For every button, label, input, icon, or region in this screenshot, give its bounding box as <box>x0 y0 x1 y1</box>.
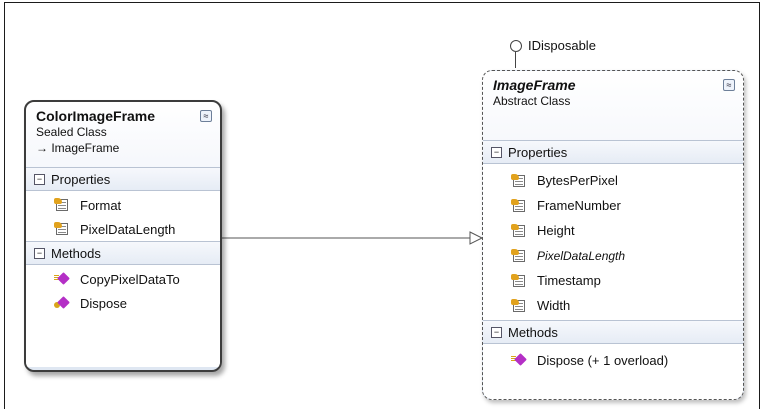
member-item[interactable]: BytesPerPixel <box>483 168 743 193</box>
section-collapse-icon[interactable]: − <box>34 247 45 259</box>
member-item[interactable]: PixelDataLength <box>26 217 220 241</box>
member-label: FrameNumber <box>537 198 621 213</box>
color-image-frame-class-shape[interactable]: ColorImageFrame Sealed Class → ImageFram… <box>24 100 222 372</box>
private-method-icon <box>54 296 70 310</box>
section-collapse-icon[interactable]: − <box>491 146 502 158</box>
property-icon <box>511 273 527 288</box>
properties-list: BytesPerPixel FrameNumber Height PixelDa… <box>483 164 743 320</box>
member-label: Width <box>537 298 571 313</box>
property-icon <box>511 223 527 238</box>
member-item[interactable]: Dispose <box>26 291 220 315</box>
property-icon <box>511 248 527 263</box>
class-kind: Sealed Class <box>36 125 107 139</box>
member-item[interactable]: Timestamp <box>483 268 743 293</box>
section-collapse-icon[interactable]: − <box>491 326 502 338</box>
property-icon <box>511 198 527 213</box>
properties-section-header[interactable]: − Properties <box>483 140 743 164</box>
interface-label[interactable]: IDisposable <box>528 38 596 53</box>
member-label: BytesPerPixel <box>537 173 618 188</box>
member-label: Height <box>537 223 575 238</box>
member-label: Timestamp <box>537 273 601 288</box>
section-collapse-icon[interactable]: − <box>34 173 45 185</box>
methods-list: Dispose (+ 1 overload) <box>483 344 743 399</box>
member-item[interactable]: CopyPixelDataTo <box>26 267 220 291</box>
methods-section-header[interactable]: − Methods <box>26 241 220 265</box>
method-icon <box>54 272 70 286</box>
member-item[interactable]: Height <box>483 218 743 243</box>
section-label: Properties <box>51 171 111 187</box>
section-label: Methods <box>508 324 558 340</box>
member-label: PixelDataLength <box>537 248 626 263</box>
methods-list: CopyPixelDataTo Dispose <box>26 265 220 367</box>
class-name[interactable]: ImageFrame <box>493 77 735 93</box>
collapse-toggle-icon[interactable]: ≈ <box>723 79 735 91</box>
member-item[interactable]: PixelDataLength <box>483 243 743 268</box>
class-kind: Abstract Class <box>493 94 571 108</box>
class-name[interactable]: ColorImageFrame <box>36 108 212 124</box>
property-icon <box>511 298 527 313</box>
section-label: Properties <box>508 144 568 160</box>
class-base-type: → ImageFrame <box>36 141 120 155</box>
properties-list: Format PixelDataLength <box>26 191 220 241</box>
method-icon <box>511 353 527 367</box>
class-header: ColorImageFrame Sealed Class → ImageFram… <box>26 102 220 159</box>
collapse-toggle-icon[interactable]: ≈ <box>200 110 212 122</box>
section-label: Methods <box>51 245 101 261</box>
interface-lollipop-stem <box>515 52 516 68</box>
image-frame-class-shape[interactable]: ImageFrame Abstract Class ≈ − Properties… <box>482 70 744 400</box>
methods-section-header[interactable]: − Methods <box>483 320 743 344</box>
member-label: CopyPixelDataTo <box>80 271 180 287</box>
property-icon <box>54 198 70 212</box>
member-item[interactable]: Width <box>483 293 743 318</box>
member-label: Format <box>80 197 122 213</box>
member-label: Dispose <box>80 295 127 311</box>
class-header: ImageFrame Abstract Class ≈ <box>483 71 743 112</box>
member-label: PixelDataLength <box>80 221 176 237</box>
property-icon <box>54 222 70 236</box>
properties-section-header[interactable]: − Properties <box>26 167 220 191</box>
interface-lollipop-icon[interactable] <box>510 40 522 52</box>
member-label: Dispose (+ 1 overload) <box>537 352 669 368</box>
property-icon <box>511 173 527 188</box>
member-item[interactable]: Format <box>26 193 220 217</box>
member-item[interactable]: FrameNumber <box>483 193 743 218</box>
member-item[interactable]: Dispose (+ 1 overload) <box>483 348 743 372</box>
